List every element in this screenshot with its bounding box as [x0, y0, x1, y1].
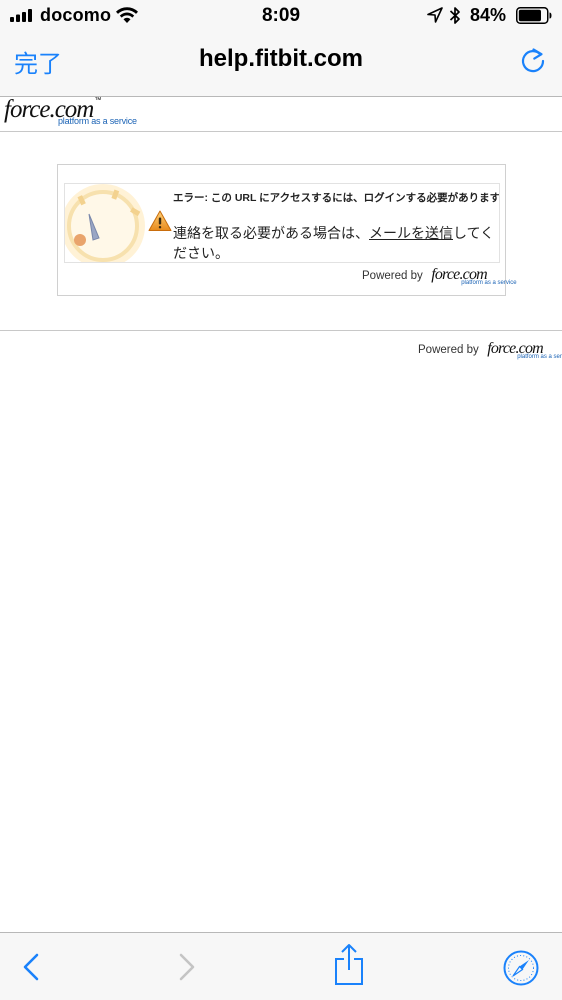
location-arrow-icon	[427, 7, 443, 23]
page-url-title: help.fitbit.com	[199, 45, 363, 72]
battery-percent: 84%	[470, 5, 507, 25]
error-title: エラー: この URL にアクセスするには、ログインする必要があります。	[173, 192, 500, 204]
warning-icon	[148, 210, 172, 231]
clock-illustration-icon	[65, 184, 145, 262]
powered-by-logo: force.com platform as a service	[431, 266, 516, 288]
divider	[0, 330, 562, 331]
footer-logo-tagline: platform as a service	[517, 354, 562, 360]
send-email-link[interactable]: メールを送信	[369, 225, 453, 241]
page-header: force.com™ platform as a service	[0, 97, 562, 132]
share-icon[interactable]	[333, 942, 365, 986]
logo-tagline: platform as a service	[58, 116, 137, 126]
status-bar: docomo 8:09 84%	[0, 0, 562, 32]
safari-compass-icon[interactable]	[503, 950, 539, 986]
nav-bar: 完了 help.fitbit.com	[0, 32, 562, 97]
powered-by-footer-logo: force.com platform as a service	[487, 340, 562, 362]
powered-by-footer: Powered by force.com platform as a servi…	[418, 340, 562, 362]
force-logo: force.com™ platform as a service	[4, 96, 137, 127]
reload-icon[interactable]	[518, 46, 548, 76]
error-message-prefix: 連絡を取る必要がある場合は、	[173, 225, 369, 241]
powered-by-panel: Powered by force.com platform as a servi…	[362, 266, 517, 288]
error-panel: エラー: この URL にアクセスするには、ログインする必要があります。 連絡を…	[57, 164, 517, 296]
bottom-toolbar	[0, 932, 562, 1000]
battery-icon	[516, 7, 552, 24]
error-message: 連絡を取る必要がある場合は、メールを送信してください。	[173, 223, 495, 262]
bluetooth-icon	[449, 7, 460, 24]
powered-by-footer-text: Powered by	[418, 344, 479, 356]
error-box: エラー: この URL にアクセスするには、ログインする必要があります。 連絡を…	[64, 183, 500, 263]
powered-logo-tagline: platform as a service	[461, 280, 517, 286]
back-icon[interactable]	[20, 952, 44, 982]
forward-icon[interactable]	[174, 952, 198, 982]
powered-by-text: Powered by	[362, 270, 423, 282]
